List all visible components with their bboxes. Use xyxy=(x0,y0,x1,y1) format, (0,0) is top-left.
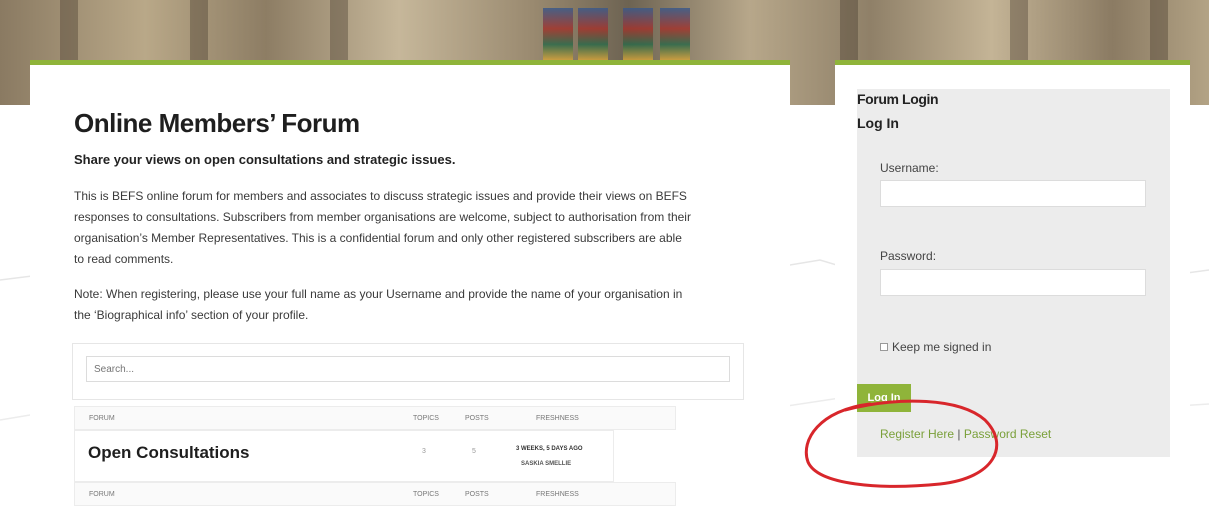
column-footer-posts: POSTS xyxy=(465,491,489,498)
column-footer-forum: FORUM xyxy=(89,491,115,498)
page-title: Online Members’ Forum xyxy=(74,108,360,138)
stained-glass-window xyxy=(660,8,690,60)
forum-table-header: FORUM TOPICS POSTS FRESHNESS xyxy=(74,406,676,430)
stained-glass-window xyxy=(578,8,608,60)
accent-bar xyxy=(835,60,1190,65)
remember-me-checkbox[interactable]: Keep me signed in xyxy=(880,340,991,354)
posts-count: 5 xyxy=(472,448,476,455)
login-subheading: Log In xyxy=(857,115,899,131)
login-panel: Forum Login Log In Username: Password: K… xyxy=(857,89,1170,457)
stained-glass-window xyxy=(543,8,573,60)
column-header-posts: POSTS xyxy=(465,415,489,422)
register-link[interactable]: Register Here xyxy=(880,427,954,441)
forum-search-box xyxy=(72,343,744,400)
forum-table-footer: FORUM TOPICS POSTS FRESHNESS xyxy=(74,482,676,506)
login-sidebar-card: Forum Login Log In Username: Password: K… xyxy=(835,60,1190,531)
password-field[interactable] xyxy=(880,269,1146,296)
table-row: Open Consultations 3 5 3 WEEKS, 5 DAYS A… xyxy=(74,430,614,482)
column-header-freshness: FRESHNESS xyxy=(536,415,579,422)
remember-me-label: Keep me signed in xyxy=(892,340,992,354)
freshness-link[interactable]: 3 WEEKS, 5 DAYS AGO xyxy=(516,446,583,452)
username-label: Username: xyxy=(880,161,939,175)
login-button[interactable]: Log In xyxy=(857,384,911,412)
checkbox-box[interactable] xyxy=(880,343,888,351)
registration-note: Note: When registering, please use your … xyxy=(74,287,683,322)
stained-glass-window xyxy=(623,8,653,60)
forum-content-card: Online Members’ Forum Share your views o… xyxy=(30,60,790,531)
column-header-topics: TOPICS xyxy=(413,415,439,422)
last-poster-link[interactable]: SASKIA SMELLIE xyxy=(521,461,571,467)
column-header-forum: FORUM xyxy=(89,415,115,422)
intro-paragraph: This is BEFS online forum for members an… xyxy=(74,189,691,266)
forum-link-open-consultations[interactable]: Open Consultations xyxy=(88,443,250,463)
username-field[interactable] xyxy=(880,180,1146,207)
accent-bar xyxy=(30,60,790,65)
column-footer-topics: TOPICS xyxy=(413,491,439,498)
page-subtitle: Share your views on open consultations a… xyxy=(74,152,456,167)
search-input[interactable] xyxy=(86,356,730,382)
link-separator: | xyxy=(957,427,961,441)
sidebar-heading: Forum Login xyxy=(857,91,939,107)
column-footer-freshness: FRESHNESS xyxy=(536,491,579,498)
account-links: Register Here | Password Reset xyxy=(880,427,1051,441)
topics-count: 3 xyxy=(422,448,426,455)
password-label: Password: xyxy=(880,249,937,263)
password-reset-link[interactable]: Password Reset xyxy=(964,427,1051,441)
